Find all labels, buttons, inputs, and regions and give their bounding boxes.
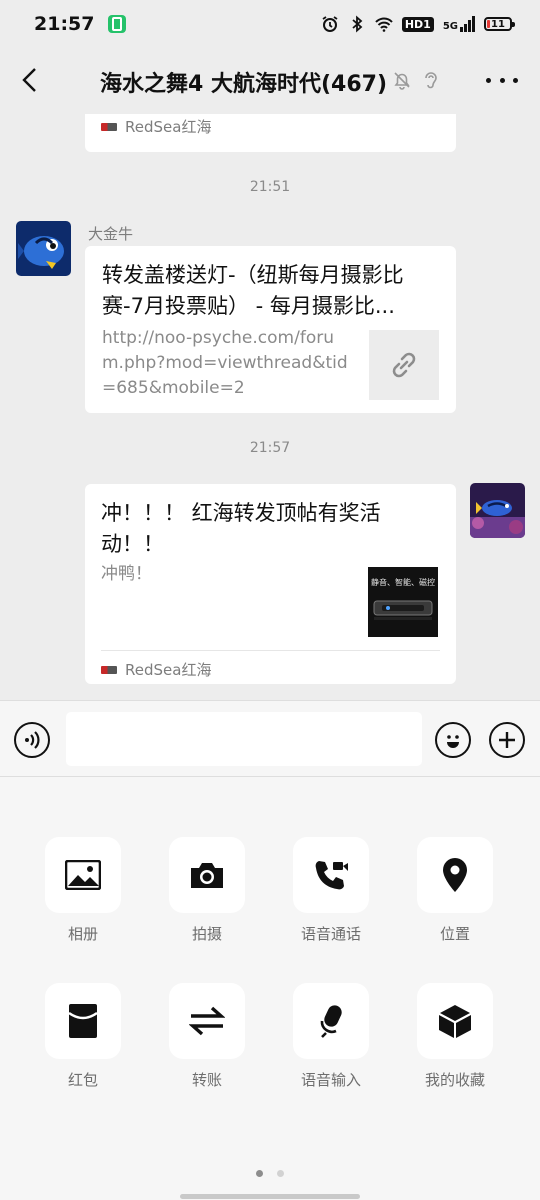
smiley-icon <box>447 735 459 748</box>
tool-location[interactable]: 位置 <box>400 837 510 944</box>
photo-album-icon <box>65 860 101 890</box>
tool-label: 语音输入 <box>300 1071 361 1089</box>
input-bar <box>0 700 540 777</box>
hd-indicator: HD1 <box>401 16 434 32</box>
tool-button[interactable] <box>293 983 369 1059</box>
tool-label: 我的收藏 <box>424 1071 485 1089</box>
app-notification-icon <box>108 15 127 33</box>
transfer-icon <box>189 1006 225 1036</box>
redsea-logo-icon <box>101 665 117 674</box>
reef-avatar-icon <box>470 483 525 538</box>
video-call-icon <box>315 861 348 890</box>
voice-input-icon <box>320 1005 342 1038</box>
sender-name: 大金牛 <box>88 225 134 243</box>
link-title: 转发盖楼送灯-（纽斯每月摄影比赛-7月投票贴） - 每月摄影比... <box>102 263 404 318</box>
camera-icon <box>191 863 223 888</box>
link-message-card[interactable]: 转发盖楼送灯-（纽斯每月摄影比赛-7月投票贴） - 每月摄影比... http:… <box>85 246 456 413</box>
earpiece-icon <box>425 72 437 89</box>
tool-button[interactable] <box>45 837 121 913</box>
battery-level <box>487 20 490 28</box>
plus-icon <box>499 732 515 748</box>
tool-label: 语音通话 <box>300 925 361 943</box>
link-thumbnail <box>369 330 439 400</box>
emoji-button[interactable] <box>435 722 471 758</box>
tool-label: 位置 <box>439 925 470 943</box>
tool-voice-input[interactable]: 语音输入 <box>276 983 386 1090</box>
tool-button[interactable] <box>417 983 493 1059</box>
back-button[interactable] <box>14 64 46 96</box>
page-indicator <box>0 1170 540 1177</box>
tool-label: 拍摄 <box>191 925 222 943</box>
source-name: RedSea红海 <box>125 118 212 136</box>
link-icon <box>392 352 416 378</box>
tool-transfer[interactable]: 转账 <box>152 983 262 1090</box>
avatar[interactable] <box>16 221 71 276</box>
tool-label: 转账 <box>191 1071 222 1089</box>
card-divider <box>101 650 440 651</box>
status-bar: 21:57 HD1 5G 11 <box>0 0 540 48</box>
chat-messages[interactable]: RedSea红海 21:51 大金牛 转发盖楼送灯-（纽斯每月摄影比赛-7月投票… <box>0 114 540 700</box>
message-card-partial[interactable]: RedSea红海 <box>85 114 456 152</box>
voice-wave-icon <box>25 731 40 749</box>
link-url: http://noo-psyche.com/forum.php?mod=view… <box>102 328 348 398</box>
tool-label: 相册 <box>67 925 98 943</box>
source-row: RedSea红海 <box>101 116 211 137</box>
my-avatar[interactable] <box>470 483 525 538</box>
tool-button[interactable] <box>293 837 369 913</box>
function-panel: 相册 拍摄 语音通话 位置 红包 转账 语音输入 我的收藏 <box>0 777 540 1200</box>
network-type: 5G <box>442 21 458 32</box>
location-icon <box>443 858 467 892</box>
timestamp: 21:51 <box>249 179 291 195</box>
tool-button[interactable] <box>417 837 493 913</box>
signal-bars-icon <box>460 16 475 32</box>
status-time: 21:57 <box>34 13 95 35</box>
article-thumbnail: 静音、智能、磁控 <box>368 567 438 637</box>
more-functions-button[interactable] <box>489 722 525 758</box>
tool-label: 红包 <box>67 1071 98 1089</box>
voice-toggle-button[interactable] <box>14 722 50 758</box>
article-description: 冲鸭！ <box>101 564 152 584</box>
page-dot-active[interactable] <box>256 1170 263 1177</box>
redsea-logo-icon <box>101 122 117 131</box>
favorites-icon <box>439 1005 471 1038</box>
message-input[interactable] <box>66 712 422 766</box>
dot-icon <box>499 77 505 83</box>
red-packet-icon <box>68 1004 98 1038</box>
signal-icon: 5G <box>443 16 475 32</box>
status-icons: HD1 5G 11 <box>321 15 515 33</box>
mute-bell-icon <box>394 72 410 90</box>
tool-album[interactable]: 相册 <box>28 837 138 944</box>
source-row: RedSea红海 <box>101 659 211 680</box>
tool-camera[interactable]: 拍摄 <box>152 837 262 944</box>
thumbnail-text: 静音、智能、磁控 <box>371 578 435 587</box>
battery-icon: 11 <box>484 17 515 31</box>
shared-article-card[interactable]: 冲！！！ 红海转发顶帖有奖活动！！ 冲鸭！ 静音、智能、磁控 RedSea红海 <box>85 484 456 684</box>
dot-icon <box>486 77 491 83</box>
article-title: 冲！！！ 红海转发顶帖有奖活动！！ <box>101 501 381 556</box>
bluetooth-icon <box>352 15 363 33</box>
timestamp: 21:57 <box>249 440 291 456</box>
tool-button[interactable] <box>169 983 245 1059</box>
source-name: RedSea红海 <box>125 661 212 679</box>
alarm-icon <box>322 16 338 32</box>
battery-percent: 11 <box>491 18 505 30</box>
tool-red-packet[interactable]: 红包 <box>28 983 138 1090</box>
tool-button[interactable] <box>169 837 245 913</box>
home-indicator[interactable] <box>180 1194 360 1199</box>
page-dot[interactable] <box>277 1170 284 1177</box>
fish-avatar-icon <box>16 221 71 276</box>
tool-favorites[interactable]: 我的收藏 <box>400 983 510 1090</box>
more-options-button[interactable] <box>486 68 518 92</box>
tool-button[interactable] <box>45 983 121 1059</box>
wifi-icon <box>375 17 393 32</box>
chevron-left-icon <box>22 68 36 92</box>
chat-title: 海水之舞4 大航海时代(467) <box>100 72 387 97</box>
chat-header: 海水之舞4 大航海时代(467) <box>0 48 540 114</box>
tool-voice-call[interactable]: 语音通话 <box>276 837 386 944</box>
dot-icon <box>513 77 518 83</box>
